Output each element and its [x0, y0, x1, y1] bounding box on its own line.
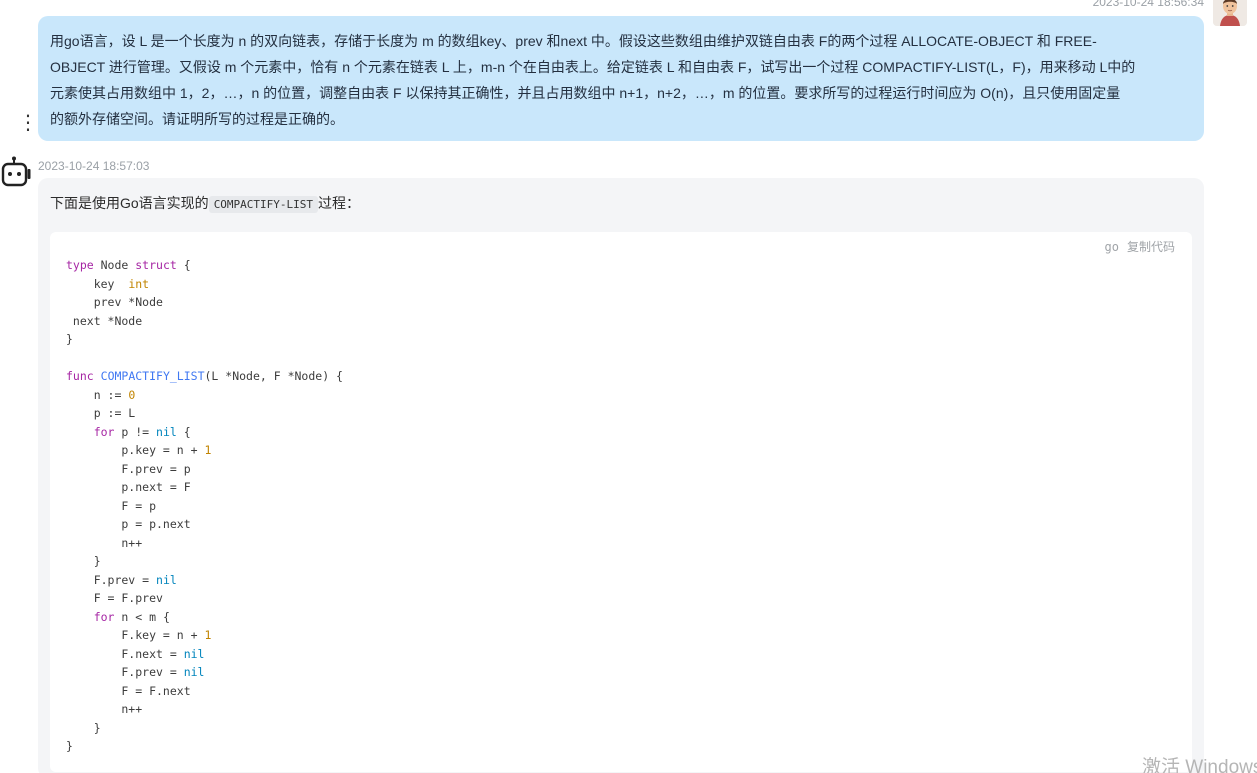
bot-intro-text: 下面是使用Go语言实现的 COMPACTIFY-LIST 过程：: [50, 192, 1192, 216]
code-line: F.key = n + 1: [66, 628, 212, 642]
code-line: p.next = F: [66, 480, 191, 494]
code-language-label: go: [1104, 240, 1119, 254]
copy-code-button[interactable]: 复制代码: [1127, 240, 1175, 254]
code-line: F = p: [66, 498, 157, 513]
code-line: F.next = nil: [66, 646, 205, 661]
more-vertical-icon[interactable]: ⋮: [18, 110, 38, 136]
code-line: n++: [66, 702, 143, 716]
code-line: key int: [66, 276, 150, 291]
user-message-line: 元素使其占用数组中 1，2，…，n 的位置，调整自由表 F 以保持其正确性，并且…: [50, 85, 1121, 101]
code-line: p.key = n + 1: [66, 443, 212, 457]
windows-activation-watermark: 激活 Windows: [1142, 757, 1257, 773]
user-message-bubble: 用go语言，设 L 是一个长度为 n 的双向链表，存储于长度为 m 的数组key…: [38, 16, 1204, 141]
bot-message-bubble: 下面是使用Go语言实现的 COMPACTIFY-LIST 过程： go 复制代码 ty…: [38, 178, 1204, 773]
code-line: F = F.next: [66, 683, 191, 698]
user-avatar-icon[interactable]: [1213, 0, 1247, 26]
code-line: F.prev = p: [66, 461, 191, 476]
code-line: n++: [66, 535, 143, 550]
bot-message-timestamp: 2023-10-24 18:57:03: [38, 159, 150, 173]
code-line: p := L: [66, 406, 136, 420]
chat-page: 2023-10-24 18:56:34 ⋮ 用go语言，设 L 是一个长度为 n…: [0, 0, 1257, 773]
robot-icon: [0, 155, 32, 189]
code-line: p = p.next: [66, 517, 191, 531]
code-line: for p != nil {: [93, 424, 191, 439]
code-block: go 复制代码 type Node struct { key int prev *…: [50, 232, 1192, 772]
code-line: n := 0: [66, 387, 136, 402]
code-line: }: [66, 739, 73, 753]
code-line: }: [66, 554, 101, 568]
intro-text-before: 下面是使用Go语言实现的: [50, 195, 209, 211]
code-line: type Node struct {: [66, 258, 191, 272]
code-line: func COMPACTIFY_LIST(L *Node, F *Node) {: [66, 369, 343, 383]
code-line: F.prev = nil: [66, 572, 177, 587]
code-content: type Node struct { key int prev *Node ne…: [66, 256, 343, 756]
user-message-line: OBJECT 进行管理。又假设 m 个元素中，恰有 n 个元素在链表 L 上，m…: [50, 59, 1136, 75]
code-line: for n < m {: [93, 609, 170, 624]
code-line: F.prev = nil: [66, 665, 205, 679]
inline-code: COMPACTIFY-LIST: [208, 196, 319, 213]
code-toolbar: go 复制代码: [1105, 238, 1175, 255]
code-line: }: [66, 720, 101, 735]
code-line: prev *Node: [66, 295, 163, 309]
code-line: }: [66, 332, 73, 346]
intro-text-after: 过程：: [318, 195, 361, 211]
user-message-timestamp: 2023-10-24 18:56:34: [1092, 0, 1204, 9]
user-message-line: 的额外存储空间。请证明所写的过程是正确的。: [50, 111, 344, 127]
code-line: next *Node: [66, 313, 143, 328]
user-message-line: 用go语言，设 L 是一个长度为 n 的双向链表，存储于长度为 m 的数组key…: [50, 33, 1097, 49]
code-line: F = F.prev: [66, 591, 163, 605]
